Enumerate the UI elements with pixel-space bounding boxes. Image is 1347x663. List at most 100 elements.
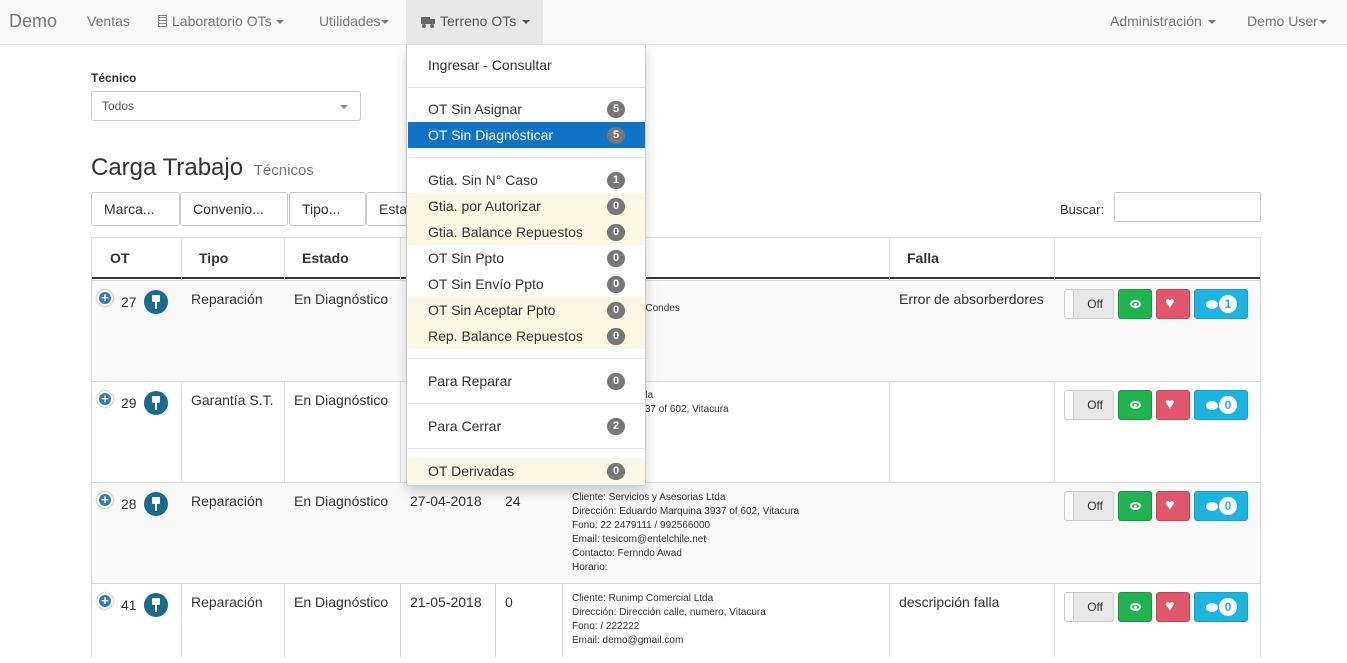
comment-icon — [1206, 401, 1218, 410]
comment-count: 0 — [1219, 396, 1237, 414]
table-row: + 28 Reparación En Diagnóstico 27-04-201… — [92, 482, 1260, 583]
chevron-down-icon — [381, 20, 390, 25]
nav-administracion[interactable]: Administración — [1110, 0, 1216, 45]
expand-plus-icon[interactable]: + — [97, 290, 113, 306]
ot-number: 41 — [121, 597, 137, 613]
tecnico-select-value: Todos — [102, 99, 135, 113]
menu-item-label: OT Sin Diagnósticar — [428, 127, 554, 143]
comments-button[interactable]: 0 — [1194, 390, 1248, 420]
building-icon — [158, 15, 167, 27]
view-button[interactable] — [1118, 491, 1152, 521]
comment-count: 0 — [1219, 598, 1237, 616]
menu-item-ot-sin-diagnosticar[interactable]: OT Sin Diagnósticar 5 — [408, 122, 645, 148]
count-badge: 0 — [607, 373, 625, 390]
heartbeat-icon: ♥ — [1165, 497, 1175, 514]
chevron-down-icon — [275, 20, 284, 25]
health-button[interactable]: ♥ — [1156, 592, 1190, 622]
off-toggle[interactable]: Off — [1064, 491, 1114, 521]
estado-cell: En Diagnóstico — [294, 594, 389, 610]
heartbeat-icon: ♥ — [1165, 598, 1175, 615]
table-row: + 29 Garantía S.T. En Diagnóstico s y As… — [92, 381, 1260, 482]
nav-laboratorio[interactable]: Laboratorio OTs — [158, 0, 284, 45]
health-button[interactable]: ♥ — [1156, 390, 1190, 420]
menu-item-ot-sin-aceptar-ppto[interactable]: OT Sin Aceptar Ppto 0 — [408, 297, 645, 323]
menu-item-gtia-balance-repuestos[interactable]: Gtia. Balance Repuestos 0 — [408, 219, 645, 245]
terreno-dropdown-menu: Ingresar - Consultar OT Sin Asignar 5 OT… — [406, 45, 646, 486]
brand-link[interactable]: Demo — [9, 0, 57, 45]
pin-icon[interactable] — [144, 492, 168, 516]
menu-item-label: Gtia. Balance Repuestos — [428, 224, 583, 240]
menu-item-label: OT Sin Aceptar Ppto — [428, 302, 556, 318]
tecnico-select[interactable]: Todos — [91, 91, 361, 121]
filter-convenio-button[interactable]: Convenio... — [180, 192, 288, 226]
dias-cell: 0 — [505, 594, 513, 610]
health-button[interactable]: ♥ — [1156, 491, 1190, 521]
view-button[interactable] — [1118, 390, 1152, 420]
comments-button[interactable]: 1 — [1194, 289, 1248, 319]
page-title-sub: Técnicos — [253, 162, 314, 179]
expand-plus-icon[interactable]: + — [97, 492, 113, 508]
nav-utilidades[interactable]: Utilidades — [319, 0, 390, 45]
table-row: + 41 Reparación En Diagnóstico 21-05-201… — [92, 583, 1260, 663]
header-acciones — [1054, 238, 1260, 279]
menu-item-para-reparar[interactable]: Para Reparar 0 — [408, 368, 645, 394]
count-badge: 0 — [607, 463, 625, 480]
header-falla[interactable]: Falla — [889, 238, 1054, 279]
ot-number: 29 — [121, 395, 137, 411]
chevron-down-icon — [1318, 20, 1327, 25]
table-row: + 27 Reparación En Diagnóstico itoril SP… — [92, 280, 1260, 381]
count-badge: 0 — [607, 224, 625, 241]
nav-terreno-label: Terreno OTs — [440, 13, 517, 29]
menu-item-rep-balance-repuestos[interactable]: Rep. Balance Repuestos 0 — [408, 323, 645, 349]
header-estado[interactable]: Estado — [284, 238, 400, 279]
comment-icon — [1206, 603, 1218, 612]
tecnico-label: Técnico — [91, 71, 137, 85]
count-badge: 5 — [607, 127, 625, 144]
comment-icon — [1206, 502, 1218, 511]
search-input[interactable] — [1114, 192, 1261, 222]
nav-user-menu[interactable]: Demo User — [1247, 0, 1327, 45]
fecha-cell: 21-05-2018 — [410, 594, 482, 610]
menu-item-ot-sin-envio-ppto[interactable]: OT Sin Envío Ppto 0 — [408, 271, 645, 297]
count-badge: 0 — [607, 250, 625, 267]
expand-plus-icon[interactable]: + — [97, 391, 113, 407]
menu-item-ot-sin-ppto[interactable]: OT Sin Ppto 0 — [408, 245, 645, 271]
off-toggle[interactable]: Off — [1064, 390, 1114, 420]
menu-item-ot-sin-asignar[interactable]: OT Sin Asignar 5 — [408, 96, 645, 122]
filter-estado-button[interactable]: Esta — [366, 192, 411, 226]
menu-item-label: OT Sin Ppto — [428, 250, 505, 266]
off-toggle[interactable]: Off — [1064, 592, 1114, 622]
comments-button[interactable]: 0 — [1194, 491, 1248, 521]
pin-icon[interactable] — [144, 391, 168, 415]
filter-tipo-button[interactable]: Tipo... — [289, 192, 366, 226]
comments-button[interactable]: 0 — [1194, 592, 1248, 622]
page-title: Carga Trabajo Técnicos — [91, 154, 314, 182]
falla-cell: descripción falla — [899, 594, 1000, 610]
menu-item-ot-derivadas[interactable]: OT Derivadas 0 — [408, 458, 645, 484]
pin-icon[interactable] — [144, 290, 168, 314]
view-button[interactable] — [1118, 289, 1152, 319]
menu-item-gtia-sin-caso[interactable]: Gtia. Sin N° Caso 1 — [408, 167, 645, 193]
nav-ventas[interactable]: Ventas — [87, 0, 130, 45]
view-button[interactable] — [1118, 592, 1152, 622]
estado-cell: En Diagnóstico — [294, 291, 389, 307]
pin-icon[interactable] — [144, 593, 168, 617]
health-button[interactable]: ♥ — [1156, 289, 1190, 319]
header-ot[interactable]: OT — [92, 238, 181, 279]
nav-terreno[interactable]: Terreno OTs — [406, 0, 543, 45]
eye-icon — [1130, 300, 1141, 308]
count-badge: 0 — [607, 302, 625, 319]
top-navbar: Demo Ventas Laboratorio OTs Utilidades T… — [0, 0, 1347, 45]
menu-item-ingresar[interactable]: Ingresar - Consultar — [408, 52, 645, 78]
comment-count: 0 — [1219, 497, 1237, 515]
select-arrow-icon — [340, 105, 348, 109]
expand-plus-icon[interactable]: + — [97, 593, 113, 609]
header-tipo[interactable]: Tipo — [181, 238, 284, 279]
eye-icon — [1130, 401, 1141, 409]
off-toggle[interactable]: Off — [1064, 289, 1114, 319]
menu-item-gtia-por-autorizar[interactable]: Gtia. por Autorizar 0 — [408, 193, 645, 219]
count-badge: 0 — [607, 198, 625, 215]
filter-marca-button[interactable]: Marca... — [91, 192, 180, 226]
heartbeat-icon: ♥ — [1165, 396, 1175, 413]
menu-item-para-cerrar[interactable]: Para Cerrar 2 — [408, 413, 645, 439]
